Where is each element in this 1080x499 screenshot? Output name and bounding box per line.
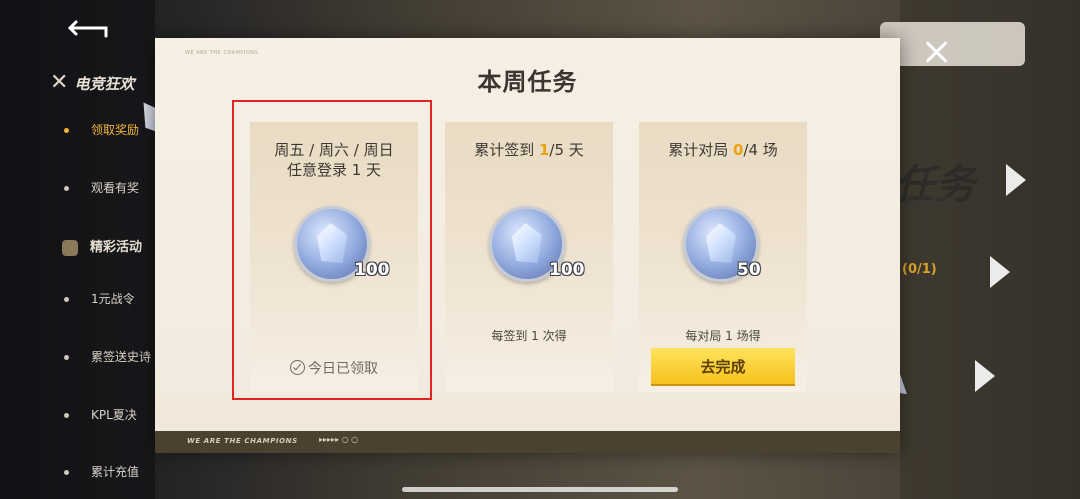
chevron-right-icon[interactable] [990,256,1010,288]
dialog-tagline: WE ARE THE CHAMPIONS [185,50,259,56]
sidebar-item-watch[interactable]: 观看有奖 [64,179,139,196]
sidebar-item-recharge[interactable]: 累计充值 [64,463,139,480]
background-task-count: (0/1) [902,262,937,277]
task-description: 每对局 1 场得 [685,329,761,343]
footer-slogan: WE ARE THE CHAMPIONS [187,437,298,445]
task-description: 每签到 1 次得 [491,329,567,343]
task-title: 累计签到 1/5 天 [474,141,584,159]
chevron-right-icon[interactable] [1006,164,1026,196]
annotation-highlight-box [232,100,432,400]
sidebar: ✕ 电竞狂欢 领取奖励 观看有奖 精彩活动 1元战令 累签送史诗 KPL夏决 累计… [0,0,155,499]
task-title: 累计对局 0/4 场 [668,141,778,159]
footer-arrows-decoration: ▸▸▸▸▸ ○ ○ [319,435,359,444]
sidebar-item-pass[interactable]: 1元战令 [64,290,135,307]
background-task-subtitle: 周最高得 [905,195,949,208]
go-complete-button[interactable]: 去完成 [651,348,795,384]
back-arrow-icon[interactable] [68,18,112,40]
sidebar-item-signin[interactable]: 累签送史诗 [64,348,151,365]
dialog-footer: WE ARE THE CHAMPIONS ▸▸▸▸▸ ○ ○ [155,431,900,453]
chevron-right-icon[interactable] [975,360,995,392]
right-background-panel [900,0,1080,499]
sidebar-item-kpl[interactable]: KPL夏决 [64,406,137,423]
home-indicator[interactable] [402,487,678,492]
task-card-matches: 累计对局 0/4 场 50 每对局 1 场得 去完成 [639,122,807,392]
close-icon[interactable] [918,34,954,70]
brand-logo: ✕ 电竞狂欢 [50,70,135,95]
reward-amount: 100 [549,260,585,280]
sidebar-section-events: 精彩活动 [62,236,142,256]
reward-amount: 50 [737,260,761,280]
task-card-signin: 累计签到 1/5 天 100 每签到 1 次得 [445,122,613,392]
sidebar-item-rewards[interactable]: 领取奖励 [64,121,139,138]
dialog-title: 本周任务 [477,68,578,96]
